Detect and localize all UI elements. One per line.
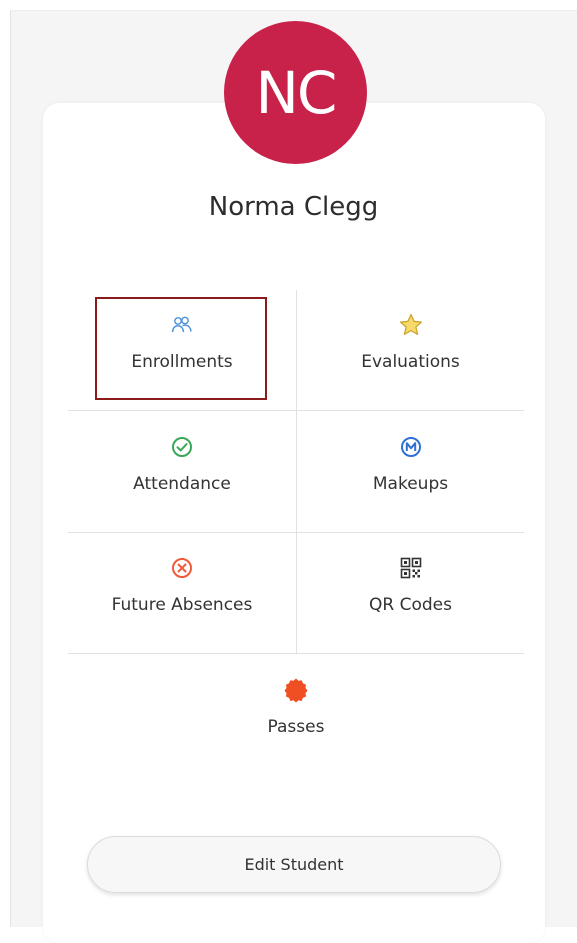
tile-label-passes: Passes	[267, 717, 325, 737]
avatar: NC	[224, 21, 367, 164]
star-icon	[398, 312, 424, 338]
grid-divider-row-2	[68, 532, 524, 533]
tile-future-absences[interactable]: Future Absences	[68, 555, 296, 615]
pass-badge-icon	[283, 677, 309, 703]
grid-divider-row-1	[68, 410, 524, 411]
tile-label-qr-codes: QR Codes	[369, 595, 452, 615]
x-circle-icon	[169, 555, 195, 581]
tile-label-evaluations: Evaluations	[361, 352, 460, 372]
people-icon	[169, 312, 195, 338]
tile-attendance[interactable]: Attendance	[68, 434, 296, 494]
student-card	[43, 103, 545, 943]
tile-label-makeups: Makeups	[372, 474, 449, 494]
makeup-m-icon	[398, 434, 424, 460]
avatar-initials: NC	[255, 58, 338, 127]
check-circle-icon	[169, 434, 195, 460]
tile-evaluations[interactable]: Evaluations	[297, 312, 524, 372]
tile-label-enrollments: Enrollments	[131, 352, 233, 372]
edit-student-label: Edit Student	[244, 855, 344, 874]
tile-qr-codes[interactable]: QR Codes	[297, 555, 524, 615]
edit-student-button[interactable]: Edit Student	[87, 836, 501, 893]
student-name: Norma Clegg	[208, 192, 379, 222]
tile-passes[interactable]: Passes	[68, 677, 524, 737]
tile-makeups[interactable]: Makeups	[297, 434, 524, 494]
qr-code-icon	[398, 555, 424, 581]
tile-label-future-absences: Future Absences	[111, 595, 253, 615]
grid-divider-row-3	[68, 653, 524, 654]
tile-label-attendance: Attendance	[133, 474, 231, 494]
tile-enrollments[interactable]: Enrollments	[68, 312, 296, 372]
